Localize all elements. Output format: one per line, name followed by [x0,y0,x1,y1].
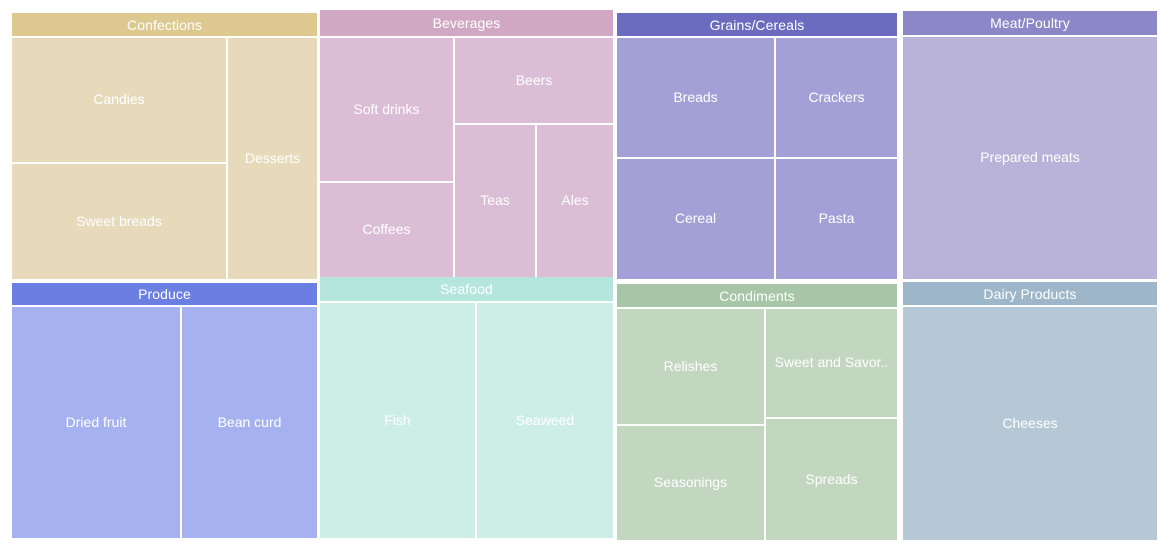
tile-label: Relishes [663,358,718,374]
group-header-label: Meat/Poultry [990,15,1070,31]
tile-label: Spreads [805,471,858,487]
tile-label: Cheeses [1002,415,1058,431]
treemap-group-produce[interactable]: Produce Dried fruit Bean curd [12,283,317,538]
group-header-produce[interactable]: Produce [12,283,317,305]
treemap-group-confections[interactable]: Confections Candies Sweet breads Desserts [12,13,317,279]
group-header-seafood[interactable]: Seafood [320,277,613,301]
group-header-label: Grains/Cereals [709,16,805,33]
treemap-tile-soft-drinks[interactable]: Soft drinks [320,38,453,181]
group-header-condiments[interactable]: Condiments [617,284,897,307]
tile-label: Soft drinks [353,101,420,117]
tile-label: Sweet breads [76,213,162,229]
group-header-label: Condiments [719,287,795,304]
tile-label: Beers [515,72,553,88]
group-body-beverages: Soft drinks Coffees Beers Teas Ales [320,38,613,277]
treemap-tile-beers[interactable]: Beers [455,38,613,123]
group-header-dairy-products[interactable]: Dairy Products [903,282,1157,305]
group-body-dairy-products: Cheeses [903,307,1157,540]
treemap-tile-desserts[interactable]: Desserts [228,38,317,279]
treemap-tile-crackers[interactable]: Crackers [776,38,897,157]
treemap-group-meat-poultry[interactable]: Meat/Poultry Prepared meats [903,11,1157,279]
tile-label: Bean curd [217,414,282,430]
treemap-tile-prepared-meats[interactable]: Prepared meats [903,37,1157,279]
tile-label: Cereal [674,211,717,227]
tile-label: Seasonings [653,475,728,491]
tile-label: Fish [384,412,411,428]
group-body-produce: Dried fruit Bean curd [12,307,317,538]
treemap-tile-sweet-breads[interactable]: Sweet breads [12,164,226,279]
group-body-condiments: Relishes Seasonings Sweet and Savor.. Sprea… [617,309,897,540]
treemap-tile-bean-curd[interactable]: Bean curd [182,307,317,538]
treemap-tile-fish[interactable]: Fish [320,303,475,538]
treemap-tile-pasta[interactable]: Pasta [776,159,897,279]
treemap-tile-candies[interactable]: Candies [12,38,226,162]
treemap-tile-teas[interactable]: Teas [455,125,535,277]
group-header-label: Produce [138,286,191,302]
treemap-tile-ales[interactable]: Ales [537,125,613,277]
group-body-grains-cereals: Breads Cereal Crackers Pasta [617,38,897,279]
group-header-meat-poultry[interactable]: Meat/Poultry [903,11,1157,35]
treemap-tile-spreads[interactable]: Spreads [766,419,897,540]
treemap-tile-cereal[interactable]: Cereal [617,159,774,279]
treemap-tile-seasonings[interactable]: Seasonings [617,426,764,540]
treemap-chart: Confections Candies Sweet breads Desserts Be… [0,0,1170,550]
group-header-label: Dairy Products [983,285,1077,302]
group-header-label: Seafood [440,281,493,297]
treemap-tile-breads[interactable]: Breads [617,38,774,157]
treemap-tile-cheeses[interactable]: Cheeses [903,307,1157,540]
treemap-tile-coffees[interactable]: Coffees [320,183,453,277]
group-header-confections[interactable]: Confections [12,13,317,36]
treemap-group-beverages[interactable]: Beverages Soft drinks Coffees Beers Teas Ales [320,10,613,277]
treemap-group-seafood[interactable]: Seafood Fish Seaweed [320,277,613,538]
tile-label: Coffees [362,222,411,238]
tile-label: Prepared meats [980,150,1080,166]
treemap-tile-seaweed[interactable]: Seaweed [477,303,613,538]
tile-label: Dried fruit [65,414,127,430]
treemap-tile-relishes[interactable]: Relishes [617,309,764,424]
tile-label: Breads [673,89,718,105]
tile-label: Ales [561,193,589,209]
treemap-group-dairy-products[interactable]: Dairy Products Cheeses [903,282,1157,540]
treemap-tile-dried-fruit[interactable]: Dried fruit [12,307,180,538]
tile-label: Candies [93,92,145,108]
group-body-confections: Candies Sweet breads Desserts [12,38,317,279]
treemap-group-condiments[interactable]: Condiments Relishes Seasonings Sweet and Sa… [617,284,897,540]
group-header-grains-cereals[interactable]: Grains/Cereals [617,13,897,36]
group-header-beverages[interactable]: Beverages [320,10,613,36]
group-body-meat-poultry: Prepared meats [903,37,1157,279]
treemap-group-grains-cereals[interactable]: Grains/Cereals Breads Cereal Crackers Pasta [617,13,897,279]
tile-label: Sweet and Savor.. [774,355,889,371]
treemap-tile-sweet-and-savor[interactable]: Sweet and Savor.. [766,309,897,417]
tile-label: Crackers [808,89,865,105]
tile-label: Seaweed [515,412,575,428]
tile-label: Pasta [818,211,855,227]
group-body-seafood: Fish Seaweed [320,303,613,538]
tile-label: Teas [480,193,510,209]
tile-label: Desserts [244,150,301,166]
group-header-label: Confections [126,16,203,33]
group-header-label: Beverages [432,15,501,31]
